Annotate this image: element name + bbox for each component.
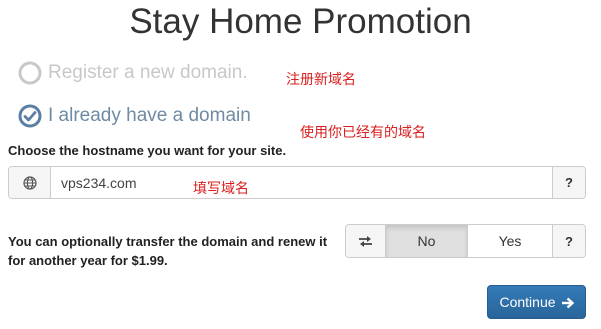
- continue-button[interactable]: Continue: [487, 285, 586, 319]
- continue-label: Continue: [499, 294, 556, 310]
- annotation-existing: 使用你已经有的域名: [300, 125, 426, 141]
- hostname-label: Choose the hostname you want for your si…: [8, 143, 287, 158]
- arrow-right-icon: [561, 296, 574, 309]
- register-new-domain-option[interactable]: Register a new domain.: [18, 61, 248, 85]
- hostname-input-group: ?: [8, 166, 586, 199]
- transfer-arrows-icon: [346, 225, 386, 257]
- globe-icon: [9, 167, 51, 198]
- transfer-no-button[interactable]: No: [386, 225, 468, 257]
- page-title: Stay Home Promotion: [129, 2, 472, 41]
- annotation-fill-in: 填写域名: [193, 181, 249, 197]
- radio-checked-icon: [18, 104, 42, 128]
- existing-domain-option[interactable]: I already have a domain: [18, 104, 251, 128]
- transfer-description: You can optionally transfer the domain a…: [8, 234, 328, 268]
- hostname-help-button[interactable]: ?: [552, 167, 585, 198]
- register-new-domain-label: Register a new domain.: [48, 62, 248, 83]
- existing-domain-label: I already have a domain: [48, 105, 251, 126]
- transfer-toggle-group: No Yes ?: [345, 224, 586, 258]
- hostname-input[interactable]: [51, 167, 552, 198]
- radio-unchecked-icon: [18, 61, 42, 85]
- transfer-yes-button[interactable]: Yes: [468, 225, 553, 257]
- annotation-register: 注册新域名: [286, 72, 356, 88]
- transfer-help-button[interactable]: ?: [553, 225, 585, 257]
